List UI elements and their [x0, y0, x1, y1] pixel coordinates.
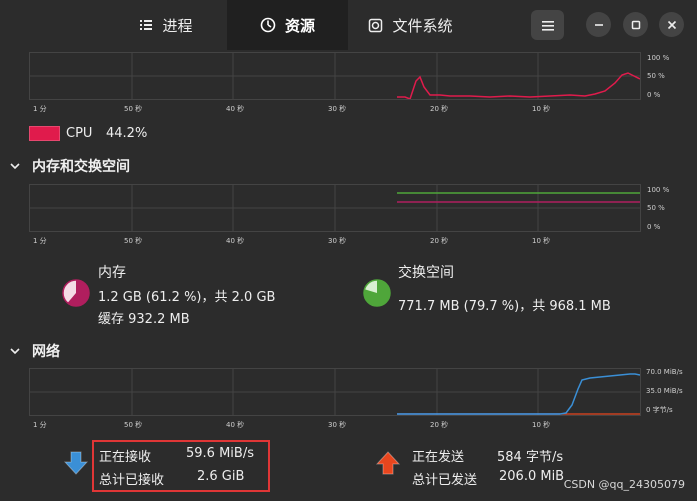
sending-label: 正在发送 — [412, 450, 465, 465]
memory-x-label-30s: 30 秒 — [328, 237, 347, 245]
gauge-icon — [260, 17, 276, 33]
menu-button[interactable] — [531, 10, 564, 40]
memory-label: 内存 — [98, 265, 126, 281]
network-history-graph — [29, 368, 641, 416]
close-icon — [667, 15, 677, 34]
sending-value: 584 字节/s — [497, 450, 564, 465]
maximize-button[interactable] — [623, 12, 648, 37]
memory-x-label-20s: 20 秒 — [430, 237, 449, 245]
cpu-history-graph — [29, 52, 641, 100]
cpu-x-label-10s: 10 秒 — [532, 105, 551, 113]
memory-cache-text: 缓存 932.2 MB — [98, 312, 190, 327]
cpu-graph-plot — [30, 53, 640, 99]
cpu-y-label-100: 100 % — [647, 54, 670, 62]
swap-pie-chart[interactable] — [362, 278, 392, 312]
swap-usage-text: 771.7 MB (79.7 %)，共 968.1 MB — [398, 299, 611, 314]
network-receive-line — [397, 373, 640, 415]
total-received-label: 总计已接收 — [99, 473, 165, 488]
network-x-label-20s: 20 秒 — [430, 421, 449, 429]
tab-label: 进程 — [162, 16, 193, 35]
tab-label: 资源 — [284, 16, 315, 35]
network-x-label-10s: 10 秒 — [532, 421, 551, 429]
tab-label: 文件系统 — [392, 16, 453, 35]
total-sent-label: 总计已发送 — [412, 473, 478, 488]
maximize-icon — [631, 15, 641, 34]
cpu-y-label-50: 50 % — [647, 72, 665, 80]
network-x-label-50s: 50 秒 — [124, 421, 143, 429]
cpu-x-label-20s: 20 秒 — [430, 105, 449, 113]
memory-graph-plot — [30, 185, 640, 231]
disk-icon — [368, 18, 383, 33]
total-received-value: 2.6 GiB — [197, 469, 245, 484]
memory-usage-text: 1.2 GB (61.2 %)，共 2.0 GB — [98, 290, 276, 305]
network-section-header[interactable]: 网络 — [10, 341, 60, 361]
minimize-icon — [594, 15, 604, 34]
cpu-usage-line — [397, 72, 640, 99]
minimize-button[interactable] — [586, 12, 611, 37]
memory-section-title: 内存和交换空间 — [32, 159, 130, 175]
cpu-x-label-40s: 40 秒 — [226, 105, 245, 113]
hamburger-menu-icon — [541, 16, 554, 35]
cpu-y-label-0: 0 % — [647, 91, 661, 99]
header-bar: 进程 资源 文件系统 — [0, 0, 697, 50]
download-arrow-icon — [63, 450, 89, 480]
cpu-x-label-60s: 1 分 — [33, 105, 47, 113]
close-button[interactable] — [659, 12, 684, 37]
watermark: CSDN @qq_24305079 — [563, 478, 685, 491]
memory-x-label-50s: 50 秒 — [124, 237, 143, 245]
network-section-title: 网络 — [32, 344, 60, 360]
list-icon — [139, 18, 153, 32]
memory-pie-chart[interactable] — [61, 278, 91, 312]
memory-history-graph — [29, 184, 641, 232]
memory-y-label-100: 100 % — [647, 186, 670, 194]
receiving-value: 59.6 MiB/s — [186, 446, 254, 461]
network-y-label-zero: 0 字节/s — [646, 406, 673, 414]
network-x-label-60s: 1 分 — [33, 421, 47, 429]
memory-y-label-0: 0 % — [647, 223, 661, 231]
tab-resources[interactable]: 资源 — [227, 0, 348, 50]
network-y-label-mid: 35.0 MiB/s — [646, 387, 683, 395]
network-graph-plot — [30, 369, 640, 415]
memory-y-label-50: 50 % — [647, 204, 665, 212]
cpu-x-label-50s: 50 秒 — [124, 105, 143, 113]
cpu-value: 44.2% — [106, 126, 148, 141]
swap-label: 交换空间 — [398, 265, 454, 281]
tab-processes[interactable]: 进程 — [105, 0, 227, 50]
network-x-label-30s: 30 秒 — [328, 421, 347, 429]
chevron-down-icon — [10, 158, 20, 174]
cpu-color-swatch[interactable] — [29, 126, 60, 141]
memory-section-header[interactable]: 内存和交换空间 — [10, 156, 130, 176]
cpu-x-label-30s: 30 秒 — [328, 105, 347, 113]
receiving-label: 正在接收 — [99, 450, 152, 465]
upload-arrow-icon — [375, 450, 401, 480]
memory-x-label-10s: 10 秒 — [532, 237, 551, 245]
total-sent-value: 206.0 MiB — [499, 469, 565, 484]
network-x-label-40s: 40 秒 — [226, 421, 245, 429]
memory-x-label-60s: 1 分 — [33, 237, 47, 245]
network-y-label-max: 70.0 MiB/s — [646, 368, 683, 376]
chevron-down-icon — [10, 343, 20, 359]
memory-x-label-40s: 40 秒 — [226, 237, 245, 245]
cpu-label: CPU — [66, 126, 93, 141]
tab-file-systems[interactable]: 文件系统 — [348, 0, 473, 50]
